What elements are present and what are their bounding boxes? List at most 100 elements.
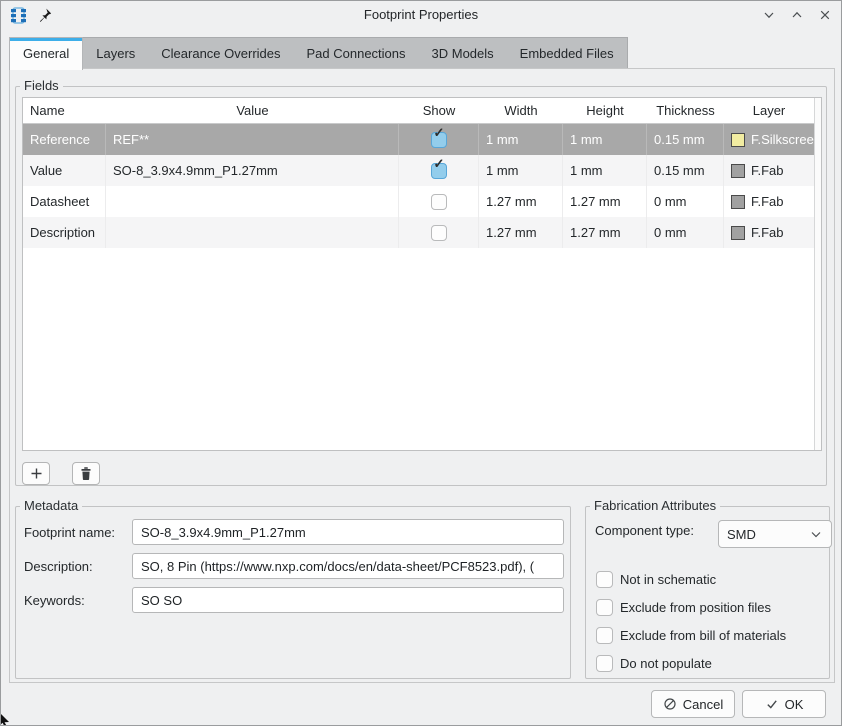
exclude-bom-row: Exclude from bill of materials: [596, 627, 786, 644]
col-value[interactable]: Value: [106, 98, 399, 123]
show-checkbox[interactable]: [431, 163, 447, 179]
add-field-button[interactable]: [22, 462, 50, 485]
chevron-up-icon[interactable]: [789, 7, 805, 23]
cell-layer[interactable]: F.Fab: [724, 155, 814, 186]
col-width[interactable]: Width: [479, 98, 563, 123]
tab-general[interactable]: General: [9, 37, 83, 70]
table-row-reference[interactable]: Reference REF** 1 mm 1 mm 0.15 mm F.Silk…: [23, 124, 814, 155]
cell-height[interactable]: 1 mm: [563, 124, 647, 155]
exclude-position-files-checkbox[interactable]: [596, 599, 613, 616]
cell-thickness[interactable]: 0.15 mm: [647, 155, 724, 186]
cell-width[interactable]: 1.27 mm: [479, 186, 563, 217]
tab-layers[interactable]: Layers: [83, 38, 148, 68]
layer-name: F.Silkscreen: [751, 124, 814, 155]
cell-show: [399, 217, 479, 248]
general-tab-panel: Fields Name Value Show Width Height Thic…: [9, 68, 835, 683]
fields-table-header: Name Value Show Width Height Thickness L…: [23, 98, 814, 124]
description-label: Description:: [24, 559, 132, 574]
cell-height[interactable]: 1.27 mm: [563, 186, 647, 217]
window-controls: [761, 1, 833, 29]
cell-name[interactable]: Reference: [23, 124, 106, 155]
col-show[interactable]: Show: [399, 98, 479, 123]
layer-color-swatch: [731, 133, 745, 147]
close-icon[interactable]: [817, 7, 833, 23]
show-checkbox[interactable]: [431, 132, 447, 148]
layer-name: F.Fab: [751, 155, 784, 186]
do-not-populate-checkbox[interactable]: [596, 655, 613, 672]
col-name[interactable]: Name: [23, 98, 106, 123]
keywords-label: Keywords:: [24, 593, 132, 608]
cell-show: [399, 186, 479, 217]
cell-value[interactable]: REF**: [106, 124, 399, 155]
table-buttons: [22, 462, 100, 485]
fabrication-group-title: Fabrication Attributes: [590, 498, 720, 513]
table-row-datasheet[interactable]: Datasheet 1.27 mm 1.27 mm 0 mm F.Fab: [23, 186, 814, 217]
cell-name[interactable]: Datasheet: [23, 186, 106, 217]
cell-width[interactable]: 1 mm: [479, 155, 563, 186]
cell-name[interactable]: Description: [23, 217, 106, 248]
cancel-button[interactable]: Cancel: [651, 690, 735, 718]
cell-layer[interactable]: F.Fab: [724, 217, 814, 248]
footprint-name-label: Footprint name:: [24, 525, 132, 540]
titlebar: Footprint Properties: [1, 1, 841, 31]
cell-value[interactable]: [106, 217, 399, 248]
metadata-group: Metadata Footprint name: Description: Ke…: [15, 506, 571, 679]
check-icon: [765, 697, 779, 711]
cell-height[interactable]: 1 mm: [563, 155, 647, 186]
delete-field-button[interactable]: [72, 462, 100, 485]
do-not-populate-label: Do not populate: [620, 656, 712, 671]
cell-layer[interactable]: F.Fab: [724, 186, 814, 217]
component-type-label: Component type:: [595, 523, 694, 538]
cell-value[interactable]: SO-8_3.9x4.9mm_P1.27mm: [106, 155, 399, 186]
cell-thickness[interactable]: 0 mm: [647, 186, 724, 217]
col-height[interactable]: Height: [563, 98, 647, 123]
show-checkbox[interactable]: [431, 194, 447, 210]
table-row-value[interactable]: Value SO-8_3.9x4.9mm_P1.27mm 1 mm 1 mm 0…: [23, 155, 814, 186]
keywords-row: Keywords:: [24, 587, 564, 613]
do-not-populate-row: Do not populate: [596, 655, 712, 672]
trash-icon: [79, 466, 93, 481]
table-scrollbar[interactable]: [814, 98, 821, 450]
cancel-icon: [663, 697, 677, 711]
not-in-schematic-checkbox[interactable]: [596, 571, 613, 588]
table-row-description[interactable]: Description 1.27 mm 1.27 mm 0 mm F.Fab: [23, 217, 814, 248]
cell-width[interactable]: 1.27 mm: [479, 217, 563, 248]
cell-name[interactable]: Value: [23, 155, 106, 186]
tab-3d-models[interactable]: 3D Models: [419, 38, 507, 68]
col-layer[interactable]: Layer: [724, 98, 814, 123]
description-input[interactable]: [132, 553, 564, 579]
tab-clearance-overrides[interactable]: Clearance Overrides: [148, 38, 293, 68]
cell-show: [399, 124, 479, 155]
cell-height[interactable]: 1.27 mm: [563, 217, 647, 248]
col-thickness[interactable]: Thickness: [647, 98, 724, 123]
keywords-input[interactable]: [132, 587, 564, 613]
mouse-cursor: [0, 712, 12, 726]
plus-icon: [29, 466, 44, 481]
not-in-schematic-row: Not in schematic: [596, 571, 716, 588]
cell-width[interactable]: 1 mm: [479, 124, 563, 155]
cell-layer[interactable]: F.Silkscreen: [724, 124, 814, 155]
tab-embedded-files[interactable]: Embedded Files: [507, 38, 627, 68]
layer-color-swatch: [731, 195, 745, 209]
fields-grid: Name Value Show Width Height Thickness L…: [23, 98, 814, 450]
exclude-position-files-row: Exclude from position files: [596, 599, 771, 616]
show-checkbox[interactable]: [431, 225, 447, 241]
layer-name: F.Fab: [751, 186, 784, 217]
footprint-name-input[interactable]: [132, 519, 564, 545]
ok-button[interactable]: OK: [742, 690, 826, 718]
cell-thickness[interactable]: 0.15 mm: [647, 124, 724, 155]
fields-table: Name Value Show Width Height Thickness L…: [22, 97, 822, 451]
layer-name: F.Fab: [751, 217, 784, 248]
fields-group-title: Fields: [20, 78, 63, 93]
window-title: Footprint Properties: [1, 1, 841, 29]
chevron-down-icon[interactable]: [761, 7, 777, 23]
footprint-name-row: Footprint name:: [24, 519, 564, 545]
component-type-row: Component type: SMD: [595, 523, 694, 538]
tab-pad-connections[interactable]: Pad Connections: [294, 38, 419, 68]
cancel-label: Cancel: [683, 697, 723, 712]
cell-value[interactable]: [106, 186, 399, 217]
fabrication-attributes-group: Fabrication Attributes Component type: S…: [585, 506, 830, 679]
exclude-bom-checkbox[interactable]: [596, 627, 613, 644]
cell-thickness[interactable]: 0 mm: [647, 217, 724, 248]
component-type-select[interactable]: SMD: [718, 520, 832, 548]
